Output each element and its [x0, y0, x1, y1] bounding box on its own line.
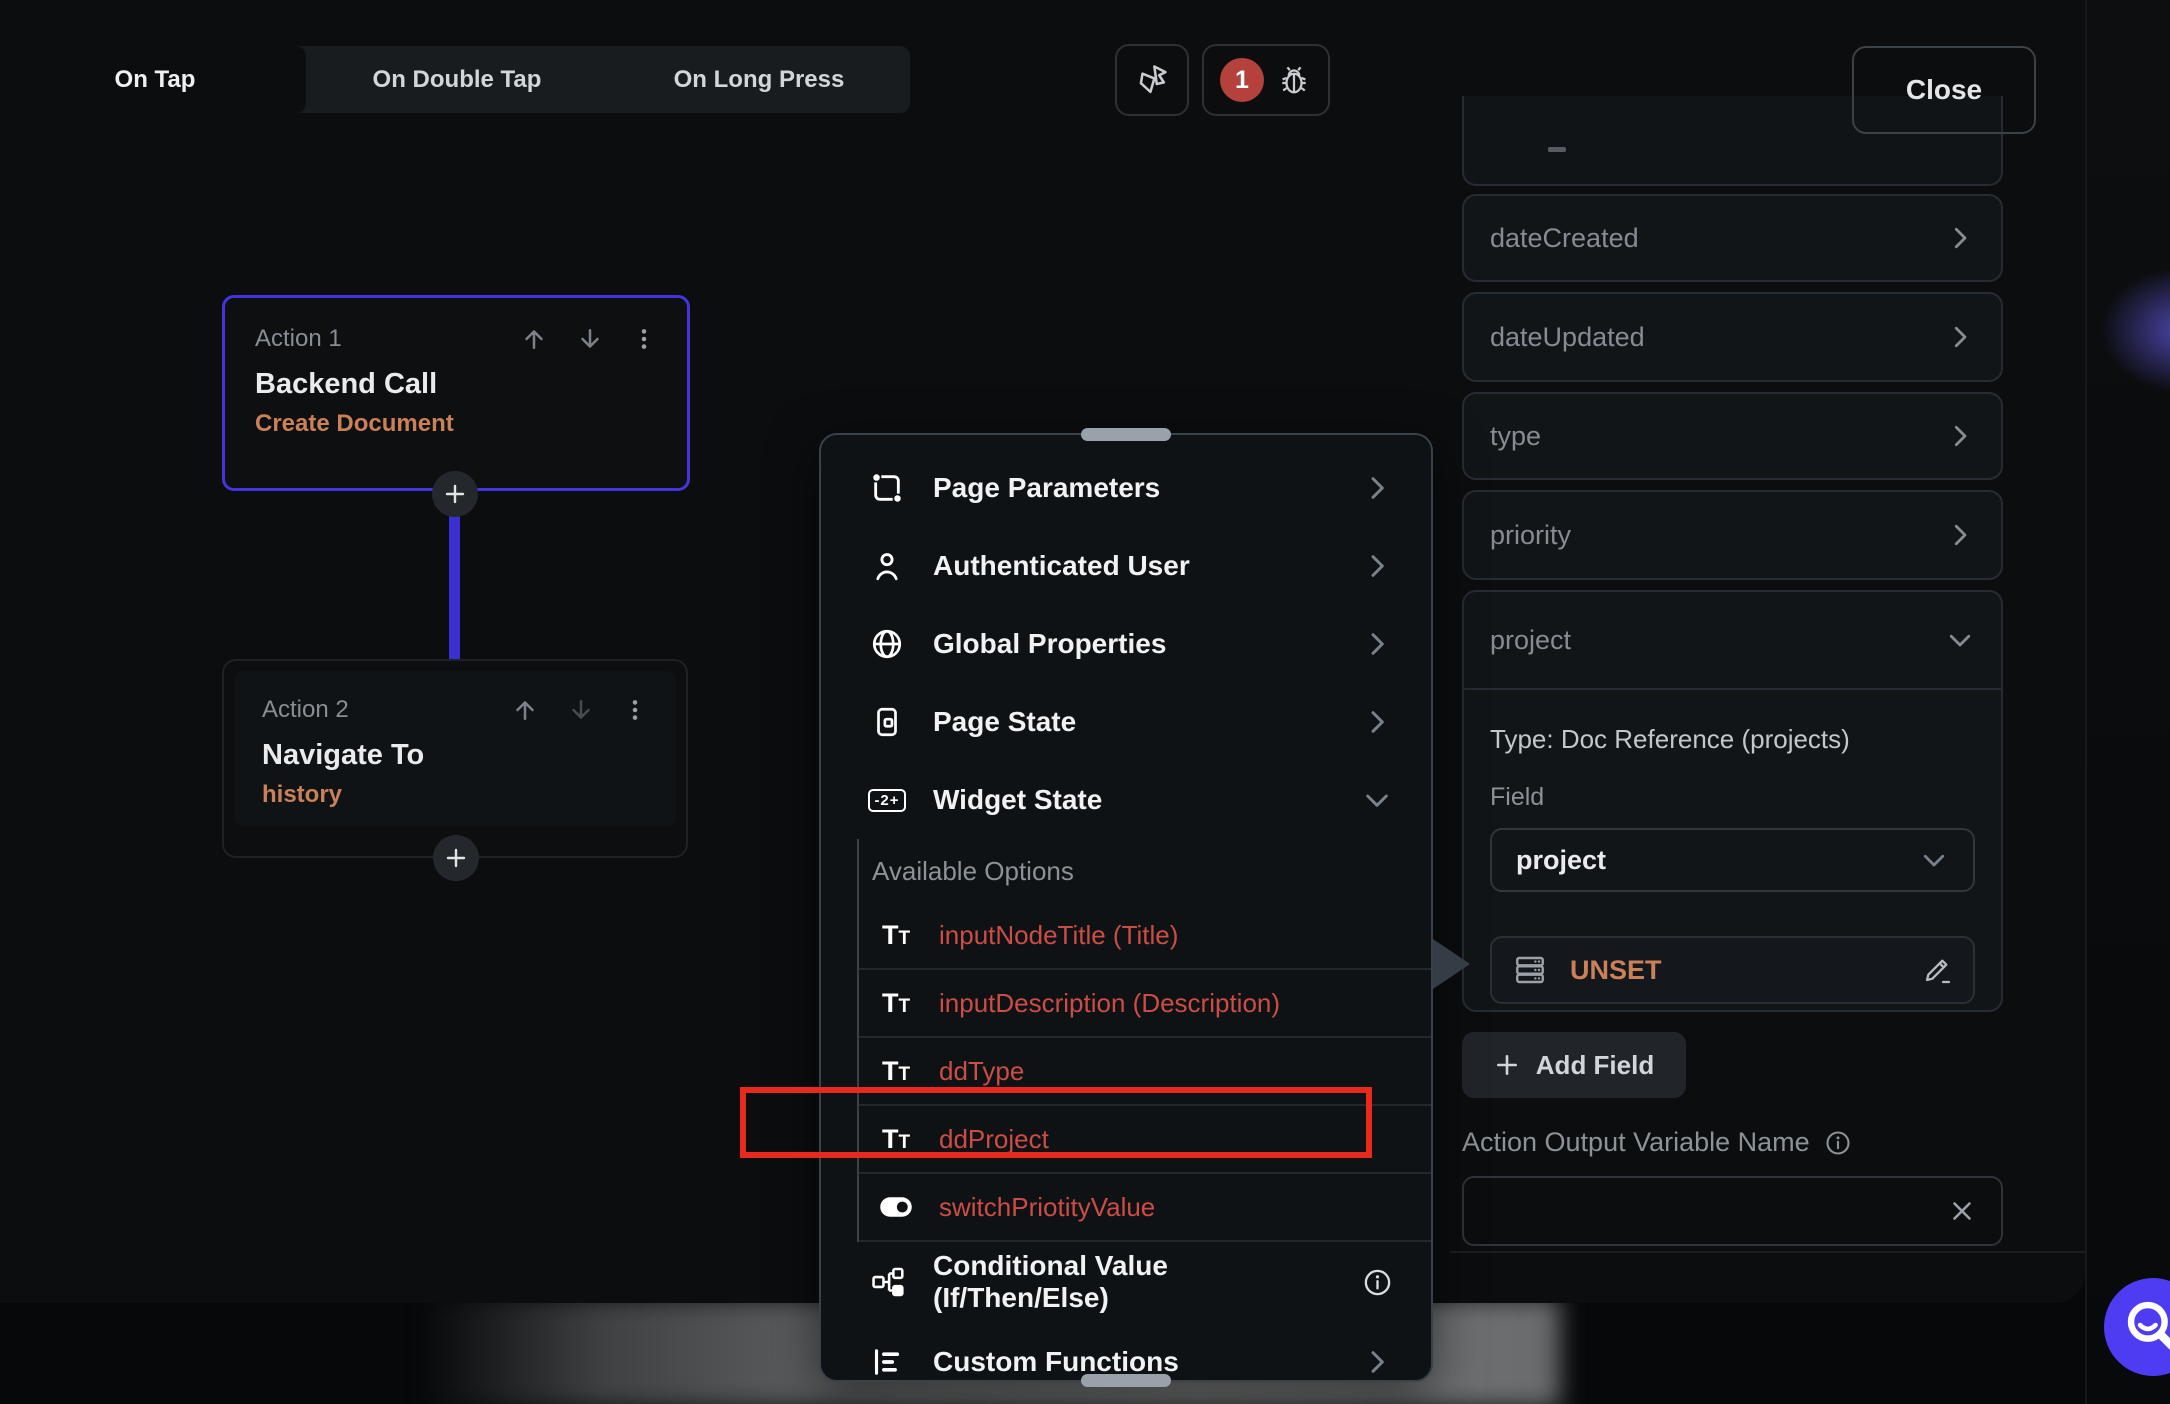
action-title: Backend Call: [255, 368, 657, 401]
add-action-button[interactable]: [433, 835, 479, 881]
page-state-icon: [867, 705, 907, 739]
info-icon[interactable]: [1362, 1267, 1393, 1298]
chevron-right-icon: [1945, 421, 1975, 451]
chevron-right-icon: [1945, 322, 1975, 352]
action-card-navigate[interactable]: Action 2 Navigate To history: [234, 671, 676, 827]
text-variable-icon: TT: [873, 1056, 919, 1087]
database-icon: [1512, 952, 1548, 988]
authenticated-user-icon: [867, 549, 907, 583]
tab-on-tap[interactable]: On Tap: [4, 46, 306, 113]
toggle-variable-icon: [873, 1194, 919, 1220]
more-options-icon[interactable]: [622, 695, 648, 725]
clear-icon[interactable]: [1947, 1196, 1977, 1226]
magnifier-smile-icon: [2122, 1296, 2170, 1358]
project-field-select[interactable]: project: [1490, 828, 1975, 892]
backdrop-right-strip: [2085, 0, 2170, 1404]
functions-icon: [867, 1345, 907, 1379]
option-switch-priority-value[interactable]: switchPriotityValue: [859, 1174, 1431, 1242]
move-down-icon[interactable]: [575, 324, 605, 354]
menu-item-page-parameters[interactable]: Page Parameters: [821, 449, 1431, 527]
drag-handle[interactable]: [1081, 428, 1171, 441]
menu-item-authenticated-user[interactable]: Authenticated User: [821, 527, 1431, 605]
chevron-right-icon: [1361, 1346, 1393, 1378]
text-variable-icon: TT: [873, 988, 919, 1019]
move-down-icon[interactable]: [566, 695, 596, 725]
field-row-priority[interactable]: priority: [1462, 490, 2003, 580]
field-row-date-created[interactable]: dateCreated: [1462, 194, 2003, 282]
chevron-right-icon: [1945, 223, 1975, 253]
error-count-badge: 1: [1220, 58, 1264, 102]
menu-item-widget-state[interactable]: -2+ Widget State: [821, 761, 1431, 839]
add-action-button[interactable]: [432, 471, 478, 517]
trigger-tabs: On Tap On Double Tap On Long Press: [4, 46, 910, 113]
move-up-icon[interactable]: [510, 695, 540, 725]
action-card-navigate-container: Action 2 Navigate To history: [222, 659, 688, 858]
action-number-label: Action 2: [262, 696, 484, 724]
menu-item-custom-functions[interactable]: Custom Functions: [821, 1322, 1431, 1402]
tab-on-double-tap[interactable]: On Double Tap: [306, 46, 608, 113]
globe-icon: [867, 627, 907, 661]
available-options-label: Available Options: [859, 839, 1431, 902]
project-type-label: Type: Doc Reference (projects): [1490, 724, 1975, 755]
move-up-icon[interactable]: [519, 324, 549, 354]
panel-bottom-edge: [1450, 1251, 2085, 1253]
field-row-type[interactable]: type: [1462, 392, 2003, 480]
flow-cursor-icon: [1133, 61, 1171, 99]
action-flow-button[interactable]: [1115, 44, 1189, 116]
field-row-date-updated[interactable]: dateUpdated: [1462, 292, 2003, 382]
add-field-button[interactable]: Add Field: [1462, 1032, 1686, 1098]
bug-icon: [1276, 62, 1312, 98]
text-variable-icon: TT: [873, 920, 919, 951]
menu-item-page-state[interactable]: Page State: [821, 683, 1431, 761]
drag-handle[interactable]: [1081, 1374, 1171, 1387]
field-section-project: project Type: Doc Reference (projects) F…: [1462, 590, 2003, 1012]
menu-item-global-properties[interactable]: Global Properties: [821, 605, 1431, 683]
menu-item-conditional-value[interactable]: Conditional Value (If/Then/Else): [821, 1242, 1431, 1322]
annotation-highlight-box: [740, 1087, 1372, 1158]
option-input-description[interactable]: TT inputDescription (Description): [859, 970, 1431, 1038]
issues-button[interactable]: 1: [1202, 44, 1330, 116]
action-output-variable-input[interactable]: [1462, 1176, 2003, 1246]
widget-state-options: Available Options TT inputNodeTitle (Tit…: [857, 839, 1431, 1242]
set-from-variable-menu: Page Parameters Authenticated User Globa…: [819, 433, 1433, 1382]
chevron-right-icon: [1361, 706, 1393, 738]
chevron-right-icon: [1361, 628, 1393, 660]
field-row-project[interactable]: project: [1464, 592, 2001, 690]
info-icon[interactable]: [1824, 1129, 1852, 1157]
project-value-field[interactable]: UNSET: [1490, 936, 1975, 1004]
truncated-text-fragment: [1548, 147, 1566, 152]
action-flow-editor: On Tap On Double Tap On Long Press 1 Clo…: [0, 0, 2170, 1404]
plus-icon: [1494, 1052, 1520, 1078]
action-subtitle: Create Document: [255, 410, 657, 438]
unset-value-label: UNSET: [1570, 955, 1921, 986]
chevron-right-icon: [1361, 550, 1393, 582]
chevron-down-icon: [1919, 845, 1949, 875]
action-card-backend-call[interactable]: Action 1 Backend Call Create Document: [222, 295, 690, 491]
action-subtitle: history: [262, 781, 648, 809]
action-number-label: Action 1: [255, 325, 493, 353]
menu-anchor-pointer: [1433, 939, 1470, 989]
action-output-variable-label: Action Output Variable Name: [1462, 1127, 1852, 1158]
conditional-icon: [867, 1265, 907, 1299]
chevron-right-icon: [1361, 472, 1393, 504]
close-button[interactable]: Close: [1852, 46, 2036, 134]
page-parameters-icon: [867, 471, 907, 505]
action-title: Navigate To: [262, 739, 648, 772]
field-label: Field: [1490, 783, 1975, 812]
option-input-node-title[interactable]: TT inputNodeTitle (Title): [859, 902, 1431, 970]
tab-on-long-press[interactable]: On Long Press: [608, 46, 910, 113]
more-options-icon[interactable]: [631, 324, 657, 354]
edit-pencil-icon[interactable]: [1921, 954, 1953, 986]
chevron-down-icon: [1945, 625, 1975, 655]
widget-state-icon: -2+: [867, 789, 907, 812]
chevron-right-icon: [1945, 520, 1975, 550]
chevron-down-icon: [1361, 784, 1393, 816]
